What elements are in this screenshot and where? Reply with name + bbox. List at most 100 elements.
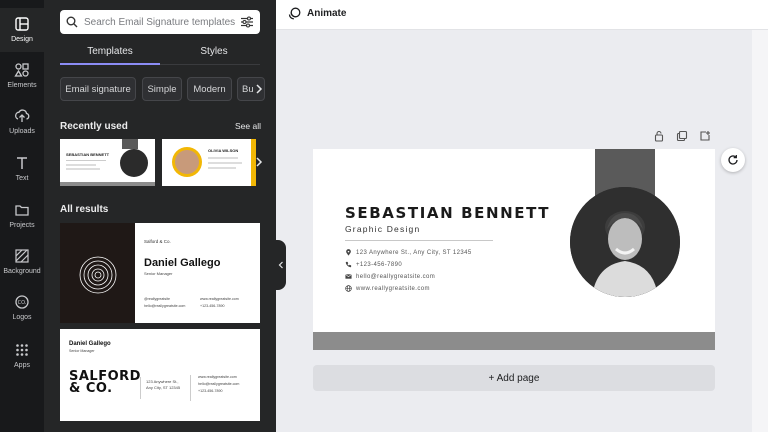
contact-address[interactable]: 123 Anywhere St., Any City, ST 12345 [345, 249, 472, 256]
chip-modern[interactable]: Modern [187, 77, 232, 101]
lock-icon[interactable] [653, 130, 665, 142]
refresh-button[interactable] [721, 148, 745, 172]
thumb2-line [208, 157, 238, 159]
result1-role: Senior Manager [144, 271, 173, 276]
result2-role: Senior Manager [69, 349, 95, 353]
result2-phone: +123-456-7890 [198, 389, 223, 393]
background-icon [15, 249, 29, 263]
panel-collapse-handle[interactable] [276, 240, 286, 290]
result1-dark-panel [60, 223, 135, 323]
duplicate-page-icon[interactable] [676, 130, 688, 142]
rail-label-text: Text [15, 175, 29, 182]
thumb1-name: SEBASTIAN BENNETT [66, 152, 110, 157]
search-box[interactable] [60, 10, 260, 34]
result1-site: www.reallygreatsite.com [200, 297, 239, 301]
design-icon [15, 17, 29, 31]
rail-item-uploads[interactable]: Uploads [0, 100, 44, 144]
tab-styles[interactable]: Styles [164, 46, 264, 57]
result-template-1[interactable]: Salford & Co. Daniel Gallego Senior Mana… [60, 223, 260, 323]
contact-email[interactable]: hello@reallygreatsite.com [345, 273, 435, 280]
signature-divider [345, 240, 493, 241]
recent-template-1[interactable]: SEBASTIAN BENNETT [60, 139, 155, 186]
rail-label-logos: Logos [12, 314, 32, 321]
rail-item-elements[interactable]: Elements [0, 54, 44, 98]
chevron-right-icon[interactable] [254, 83, 264, 95]
rail-label-elements: Elements [7, 82, 37, 89]
result1-phone: +123-456-7890 [200, 304, 225, 308]
add-page-icon[interactable] [699, 130, 711, 142]
result2-divider [190, 375, 191, 401]
result2-site: www.reallygreatsite.com [198, 375, 237, 379]
phone-icon [345, 261, 352, 268]
contact-website[interactable]: www.reallygreatsite.com [345, 285, 430, 292]
result2-divider [140, 377, 141, 399]
rail-item-design[interactable]: Design [0, 8, 44, 52]
thumb2-photo [175, 150, 199, 174]
thumb2-line [208, 167, 236, 169]
chevron-right-icon[interactable] [254, 156, 264, 168]
filter-sliders-icon[interactable] [240, 16, 254, 28]
contact-address-text: 123 Anywhere St., Any City, ST 12345 [356, 249, 472, 256]
chevron-left-icon [278, 261, 283, 269]
result1-email: hello@reallygreatsite.com [144, 304, 186, 308]
logos-icon: CO. [15, 295, 29, 309]
location-pin-icon [346, 249, 351, 256]
thumb1-stripe [122, 139, 138, 149]
rail-item-apps[interactable]: Apps [0, 334, 44, 378]
svg-text:CO.: CO. [18, 300, 27, 306]
chip-email-signature[interactable]: Email signature [60, 77, 136, 101]
result1-company: Salford & Co. [144, 239, 171, 244]
result1-name: Daniel Gallego [144, 257, 221, 269]
rail-label-uploads: Uploads [9, 128, 35, 135]
thumb1-photo [120, 149, 148, 177]
recently-used-heading: Recently used [60, 121, 128, 132]
rail-label-projects: Projects [9, 222, 35, 229]
tab-templates[interactable]: Templates [60, 46, 160, 57]
thumb1-line [66, 168, 100, 170]
templates-panel: Templates Styles Email signature Simple … [44, 0, 276, 432]
signature-footer-bar [313, 332, 715, 350]
result2-email: hello@reallygreatsite.com [198, 382, 240, 386]
signature-name[interactable]: SEBASTIAN BENNETT [345, 204, 550, 222]
side-nav-rail: Design Elements Uploads Text Projects Ba… [0, 0, 44, 432]
thumb1-line [66, 164, 96, 166]
salford-logo-line2: & CO. [69, 381, 113, 396]
see-all-link[interactable]: See all [235, 121, 261, 131]
animate-button[interactable]: Animate [288, 7, 346, 20]
design-page[interactable]: SEBASTIAN BENNETT Graphic Design 123 Any… [313, 149, 715, 350]
contact-phone-text: +123-456-7890 [356, 261, 403, 268]
envelope-icon [345, 274, 352, 279]
thumb2-name: OLIVIA WILSON [208, 148, 239, 153]
salford-logo: SALFORD & CO. [69, 370, 141, 396]
globe-icon [345, 285, 352, 292]
rail-item-background[interactable]: Background [0, 240, 44, 284]
active-tab-indicator [60, 63, 160, 65]
thumb1-footer [60, 182, 155, 186]
search-input[interactable] [84, 16, 240, 28]
right-scroll-gutter [752, 30, 768, 432]
result2-name: Daniel Gallego [69, 341, 111, 347]
search-icon [66, 16, 78, 28]
chip-simple[interactable]: Simple [142, 77, 182, 101]
profile-photo[interactable] [570, 187, 680, 297]
add-page-button[interactable]: + Add page [313, 365, 715, 391]
thumb1-rule [66, 160, 106, 161]
thumb2-line [208, 162, 242, 164]
refresh-icon [728, 155, 738, 165]
result-template-2[interactable]: Daniel Gallego Senior Manager SALFORD & … [60, 329, 260, 421]
recent-template-2[interactable]: OLIVIA WILSON [162, 139, 256, 186]
rail-item-projects[interactable]: Projects [0, 194, 44, 238]
projects-icon [15, 205, 29, 216]
contact-phone[interactable]: +123-456-7890 [345, 261, 402, 268]
animate-label: Animate [307, 8, 347, 19]
rail-label-background: Background [3, 268, 41, 275]
rail-item-text[interactable]: Text [0, 147, 44, 191]
rail-label-apps: Apps [14, 362, 30, 369]
elements-icon [14, 63, 29, 77]
signature-job-title[interactable]: Graphic Design [345, 224, 420, 234]
text-icon [17, 157, 27, 169]
uploads-icon [15, 109, 30, 122]
rail-item-logos[interactable]: CO. Logos [0, 286, 44, 330]
spiral-logo-icon [79, 256, 117, 294]
contact-website-text: www.reallygreatsite.com [356, 285, 430, 292]
